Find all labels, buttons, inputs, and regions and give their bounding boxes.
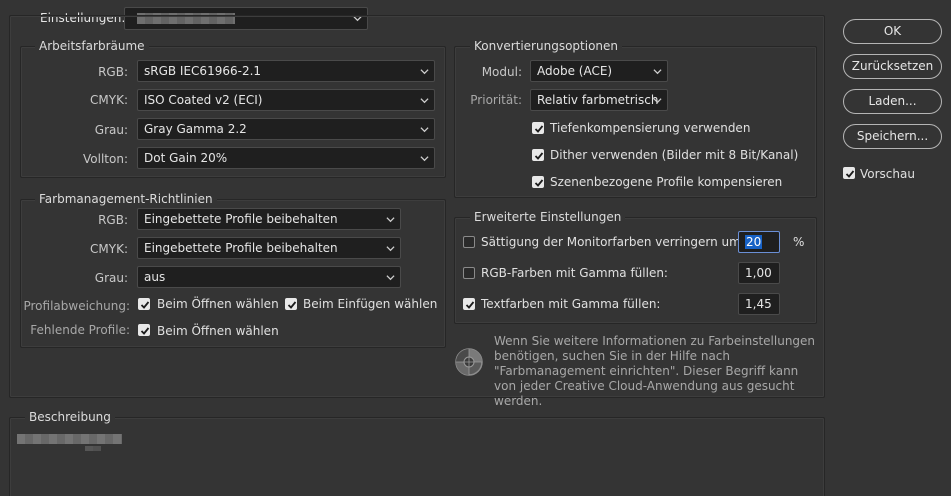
blend-rgb-input[interactable]: 1,00	[738, 262, 780, 284]
scene-profiles-checkbox[interactable]	[532, 176, 544, 188]
policy-rgb-value: Eingebettete Profile beibehalten	[144, 212, 338, 226]
blend-text-value: 1,45	[745, 297, 772, 311]
engine-label: Modul:	[481, 65, 522, 79]
blend-text-checkbox[interactable]	[463, 298, 475, 310]
checkmark-icon	[845, 170, 855, 178]
checkmark-icon	[534, 152, 544, 160]
desaturate-value: 20	[745, 235, 763, 249]
desaturate-label: Sättigung der Monitorfarben verringern u…	[481, 235, 745, 249]
ok-button[interactable]: OK	[843, 19, 942, 44]
ws-cmyk-value: ISO Coated v2 (ECI)	[144, 93, 263, 107]
checkmark-icon	[140, 301, 150, 309]
ws-spot-label: Vollton:	[83, 152, 128, 166]
dither-checkbox[interactable]	[532, 149, 544, 161]
color-wheel-icon	[455, 348, 483, 376]
ws-gray-value: Gray Gamma 2.2	[144, 122, 247, 136]
bpc-label: Tiefenkompensierung verwenden	[550, 121, 751, 135]
checkmark-icon	[465, 301, 475, 309]
ws-cmyk-label: CMYK:	[90, 93, 128, 107]
mismatch-paste-label: Beim Einfügen wählen	[303, 297, 438, 311]
advanced-settings-title: Erweiterte Einstellungen	[470, 210, 626, 224]
ws-cmyk-dropdown[interactable]: ISO Coated v2 (ECI)	[137, 89, 435, 111]
blend-rgb-checkbox[interactable]	[463, 267, 475, 279]
policy-gray-value: aus	[144, 270, 166, 284]
save-button[interactable]: Speichern...	[843, 124, 942, 149]
ws-gray-dropdown[interactable]: Gray Gamma 2.2	[137, 118, 435, 140]
mismatch-open-checkbox[interactable]	[138, 298, 150, 310]
desaturate-checkbox[interactable]	[463, 236, 475, 248]
chevron-down-icon	[653, 69, 662, 75]
redacted-description-text	[17, 434, 122, 444]
engine-dropdown[interactable]: Adobe (ACE)	[530, 60, 668, 82]
chevron-down-icon	[420, 98, 429, 104]
chevron-down-icon	[386, 217, 395, 223]
blend-rgb-value: 1,00	[745, 266, 772, 280]
conversion-options-title: Konvertierungsoptionen	[470, 39, 623, 53]
intent-value: Relativ farbmetrisch	[537, 93, 659, 107]
chevron-down-icon	[386, 275, 395, 281]
description-title: Beschreibung	[25, 410, 115, 424]
percent-label: %	[793, 235, 805, 249]
blend-text-label: Textfarben mit Gamma füllen:	[481, 297, 661, 311]
missing-open-label: Beim Öffnen wählen	[157, 324, 279, 338]
ws-spot-value: Dot Gain 20%	[144, 151, 228, 165]
preview-label: Vorschau	[860, 167, 915, 181]
policy-rgb-dropdown[interactable]: Eingebettete Profile beibehalten	[137, 208, 401, 230]
color-policies-title: Farbmanagement-Richtlinien	[35, 192, 217, 206]
ws-gray-label: Grau:	[94, 123, 128, 137]
chevron-down-icon	[420, 69, 429, 75]
ws-rgb-label: RGB:	[98, 65, 128, 79]
dither-label: Dither verwenden (Bilder mit 8 Bit/Kanal…	[550, 148, 799, 162]
ws-spot-dropdown[interactable]: Dot Gain 20%	[137, 147, 435, 169]
working-spaces-title: Arbeitsfarbräume	[35, 39, 149, 53]
missing-profiles-label: Fehlende Profile:	[30, 323, 130, 337]
desaturate-input[interactable]: 20	[738, 231, 780, 253]
chevron-down-icon	[653, 98, 662, 104]
chevron-down-icon	[420, 127, 429, 133]
mismatch-paste-checkbox[interactable]	[285, 298, 297, 310]
color-settings-dialog: Einstellungen: Arbeitsfarbräume RGB: sRG…	[0, 0, 951, 496]
blend-rgb-label: RGB-Farben mit Gamma füllen:	[481, 266, 668, 280]
mismatch-open-label: Beim Öffnen wählen	[157, 297, 279, 311]
profile-mismatch-label: Profilabweichung:	[23, 299, 130, 313]
policy-cmyk-value: Eingebettete Profile beibehalten	[144, 241, 338, 255]
intent-label: Priorität:	[470, 93, 522, 107]
description-frame	[9, 417, 825, 496]
policy-gray-label: Grau:	[94, 271, 128, 285]
chevron-down-icon	[386, 246, 395, 252]
chevron-down-icon	[420, 156, 429, 162]
checkmark-icon	[287, 301, 297, 309]
checkmark-icon	[534, 179, 544, 187]
checkmark-icon	[534, 125, 544, 133]
policy-cmyk-label: CMYK:	[90, 242, 128, 256]
blend-text-input[interactable]: 1,45	[738, 293, 780, 315]
policy-gray-dropdown[interactable]: aus	[137, 266, 401, 288]
missing-open-checkbox[interactable]	[138, 324, 150, 336]
bpc-checkbox[interactable]	[532, 122, 544, 134]
info-text: Wenn Sie weitere Informationen zu Farbei…	[494, 334, 816, 408]
redacted-description-fragment	[85, 446, 101, 451]
scene-profiles-label: Szenenbezogene Profile kompensieren	[550, 175, 783, 189]
intent-dropdown[interactable]: Relativ farbmetrisch	[530, 89, 668, 111]
ws-rgb-value: sRGB IEC61966-2.1	[144, 64, 262, 78]
policy-rgb-label: RGB:	[98, 213, 128, 227]
checkmark-icon	[140, 327, 150, 335]
preview-checkbox[interactable]	[843, 167, 855, 179]
reset-button[interactable]: Zurücksetzen	[843, 54, 942, 79]
load-button[interactable]: Laden...	[843, 89, 942, 114]
ws-rgb-dropdown[interactable]: sRGB IEC61966-2.1	[137, 60, 435, 82]
policy-cmyk-dropdown[interactable]: Eingebettete Profile beibehalten	[137, 237, 401, 259]
engine-value: Adobe (ACE)	[537, 64, 613, 78]
